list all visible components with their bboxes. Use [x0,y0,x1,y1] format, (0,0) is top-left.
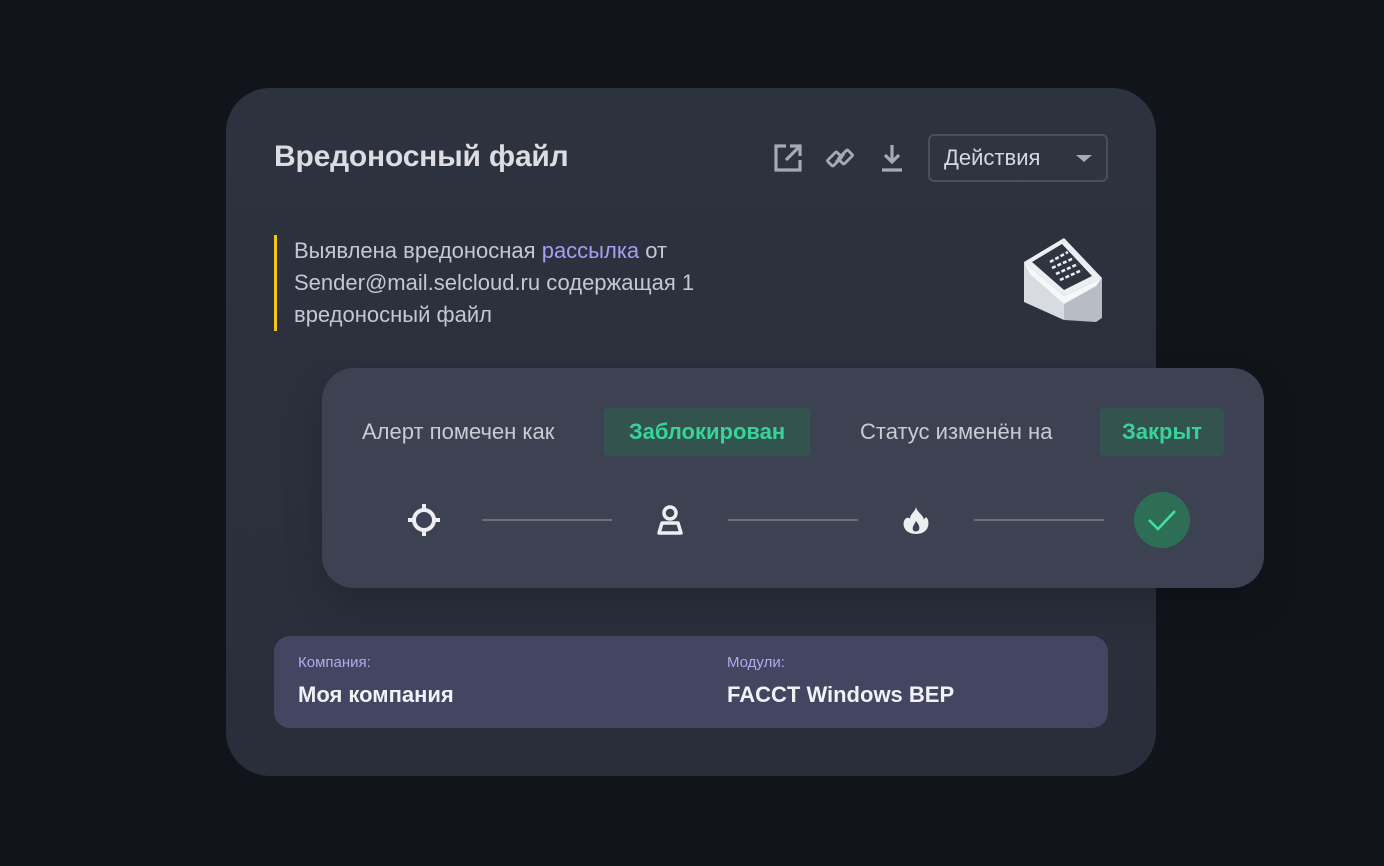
closed-badge: Закрыт [1100,408,1224,456]
alert-description: Выявлена вредоносная рассылка от Sender@… [274,235,794,331]
step-connector [974,519,1104,521]
info-box: Компания: Моя компания Модули: FACCT Win… [274,636,1108,728]
description-text-start: Выявлена вредоносная [294,238,542,263]
crosshair-icon [408,504,440,536]
download-icon[interactable] [876,142,908,174]
marked-as-text: Алерт помечен как [362,419,555,444]
envelope-icon [1024,238,1102,322]
status-changed-text: Статус изменён на [860,419,1053,444]
link-icon[interactable] [824,142,856,174]
company-value: Моя компания [298,682,454,707]
company-label: Компания: [298,654,371,671]
fire-icon [903,506,929,534]
check-icon [1148,510,1176,531]
external-link-icon[interactable] [772,142,804,174]
actions-label: Действия [944,145,1041,170]
mailing-link[interactable]: рассылка [542,238,639,263]
actions-dropdown[interactable]: Действия [928,134,1108,182]
chevron-down-icon [1076,155,1092,162]
blocked-badge: Заблокирован [604,408,810,456]
completed-step [1134,492,1190,548]
alert-title: Вредоносный файл [274,140,569,173]
user-icon [657,505,683,535]
status-panel: Алерт помечен как Заблокирован Статус из… [322,368,1264,588]
modules-label: Модули: [727,654,785,671]
modules-value: FACCT Windows BEP [727,682,955,707]
step-connector [728,519,858,521]
step-connector [482,519,612,521]
